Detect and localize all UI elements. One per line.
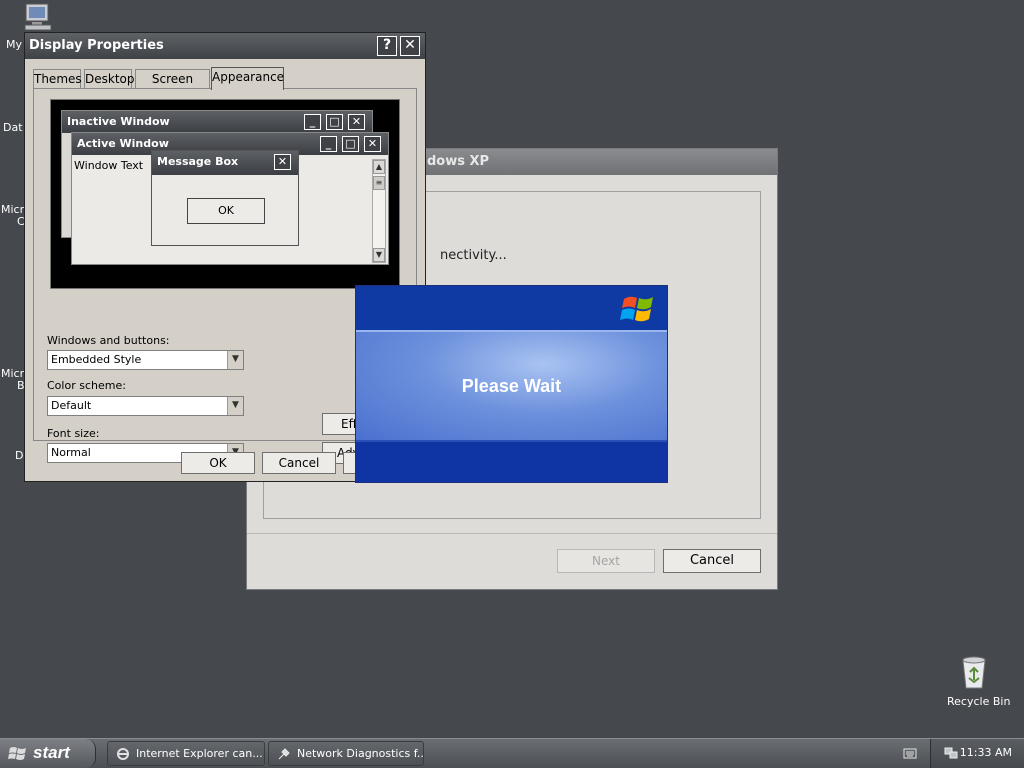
preview-message-box-close-icon: ✕ [274, 154, 291, 170]
clock[interactable]: 11:33 AM [960, 746, 1012, 759]
windows-and-buttons-label: Windows and buttons: [47, 334, 170, 347]
close-button[interactable]: ✕ [400, 36, 420, 56]
wizard-status-text: nectivity... [440, 248, 507, 263]
preview-window-text: Window Text [74, 159, 144, 172]
taskbar-item-network-diagnostics[interactable]: Network Diagnostics f... [268, 741, 424, 766]
tab-desktop[interactable]: Desktop [84, 69, 135, 89]
preview-scroll-up-icon: ▲ [373, 160, 385, 174]
start-button[interactable]: start [0, 739, 96, 768]
desktop-icon-label-data[interactable]: Dat [3, 121, 23, 134]
color-scheme-select[interactable]: Default ▼ [47, 396, 244, 416]
desktop-icon-label-my-computer[interactable]: My [6, 38, 22, 51]
display-properties-titlebar[interactable]: Display Properties ? ✕ [25, 33, 425, 59]
preview-inactive-close-icon: ✕ [348, 114, 365, 130]
ok-button[interactable]: OK [181, 452, 255, 474]
close-icon: ✕ [404, 37, 416, 53]
wizard-cancel-button[interactable]: Cancel [663, 549, 761, 573]
help-button[interactable]: ? [377, 36, 397, 56]
chevron-down-icon[interactable]: ▼ [227, 351, 243, 369]
preview-inactive-maximize-icon: □ [326, 114, 343, 130]
wizard-separator [247, 533, 777, 534]
windows-and-buttons-select[interactable]: Embedded Style ▼ [47, 350, 244, 370]
start-label: start [33, 743, 70, 762]
tab-themes[interactable]: Themes [33, 69, 82, 89]
please-wait-footer [356, 442, 667, 482]
preview-ok-button: OK [187, 198, 265, 224]
tab-screen-saver[interactable]: Screen Saver [135, 69, 210, 104]
preview-active-maximize-icon: □ [342, 136, 359, 152]
windows-flag-icon [8, 747, 26, 760]
preview-active-close-icon: ✕ [364, 136, 381, 152]
preview-active-minimize-icon: _ [320, 136, 337, 152]
windows-and-buttons-value: Embedded Style [51, 353, 142, 366]
tab-appearance[interactable]: Appearance [211, 67, 284, 90]
please-wait-dialog: Please Wait [355, 285, 668, 483]
wizard-title: dows XP [427, 154, 490, 169]
preview-message-box-titlebar: Message Box ✕ [152, 151, 298, 175]
please-wait-text: Please Wait [461, 376, 562, 396]
taskbar-item-internet-explorer[interactable]: Internet Explorer can... [107, 741, 265, 766]
taskbar: start Internet Explorer can... Network D… [0, 738, 1024, 768]
appearance-preview: Inactive Window _ □ ✕ Active Window _ □ … [50, 99, 400, 289]
keyboard-icon[interactable] [903, 747, 917, 760]
wizard-next-button[interactable]: Next [557, 549, 655, 573]
color-scheme-value: Default [51, 399, 92, 412]
font-size-label: Font size: [47, 427, 100, 440]
preview-scroll-down-icon: ▼ [373, 248, 385, 262]
taskbar-item-label: Network Diagnostics f... [297, 747, 424, 760]
recycle-bin-icon[interactable] [958, 656, 990, 690]
please-wait-header [356, 286, 667, 330]
my-computer-icon[interactable] [22, 2, 56, 32]
preview-scroll-thumb: ≡ [373, 176, 385, 190]
system-tray: 11:33 AM [930, 739, 1024, 768]
help-icon: ? [382, 37, 392, 53]
network-tray-icon[interactable] [943, 746, 959, 760]
color-scheme-label: Color scheme: [47, 379, 126, 392]
cancel-button[interactable]: Cancel [262, 452, 336, 474]
desktop-icon-label-d[interactable]: D [15, 449, 23, 462]
display-properties-title: Display Properties [29, 38, 164, 53]
preview-message-box: Message Box ✕ OK [151, 150, 299, 246]
preview-active-title: Active Window [77, 137, 169, 150]
taskbar-item-label: Internet Explorer can... [136, 747, 263, 760]
preview-message-box-title: Message Box [157, 155, 239, 168]
network-diagnostics-icon [278, 748, 290, 760]
windows-logo-icon [620, 296, 653, 322]
preview-inactive-titlebar: Inactive Window _ □ ✕ [62, 111, 372, 133]
font-size-value: Normal [51, 446, 91, 459]
internet-explorer-icon [117, 748, 129, 760]
preview-inactive-title: Inactive Window [67, 115, 170, 128]
recycle-bin-label[interactable]: Recycle Bin [947, 695, 1010, 708]
chevron-down-icon[interactable]: ▼ [227, 397, 243, 415]
preview-inactive-minimize-icon: _ [304, 114, 321, 130]
preview-scrollbar: ▲ ≡ ▼ [372, 159, 386, 263]
